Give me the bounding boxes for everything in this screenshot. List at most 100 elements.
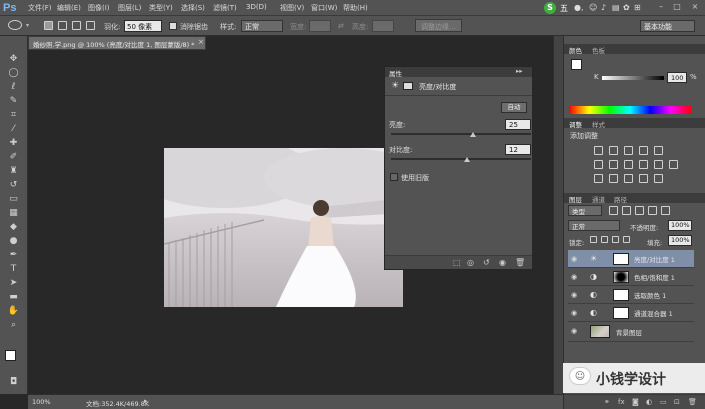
visibility-eye-icon[interactable]: ◉	[571, 327, 579, 335]
foreground-color-swatch[interactable]	[5, 350, 16, 361]
clip-to-layer-icon[interactable]: ⬚	[453, 258, 461, 267]
lock-position-icon[interactable]	[612, 236, 619, 243]
menu-window[interactable]: 窗口(W)	[311, 3, 337, 13]
exposure-icon[interactable]	[639, 146, 648, 155]
healing-brush-tool-icon[interactable]: ✚	[6, 137, 21, 149]
menu-help[interactable]: 帮助(H)	[343, 3, 368, 13]
color-k-input[interactable]: 100	[667, 72, 687, 83]
shape-tool-icon[interactable]: ▬	[6, 291, 21, 303]
minimize-button[interactable]: –	[655, 2, 667, 13]
layer-row[interactable]: ◉ ☀ 亮度/对比度 1	[568, 250, 694, 268]
menu-file[interactable]: 文件(F)	[28, 3, 52, 13]
selective-color-icon[interactable]	[639, 174, 648, 183]
zoom-tool-icon[interactable]: ⌕	[6, 319, 21, 331]
panel-menu-icon[interactable]: ▸▸	[516, 67, 523, 75]
menu-type[interactable]: 类型(Y)	[149, 3, 173, 13]
delete-adjustment-icon[interactable]: 🗑	[515, 258, 525, 267]
curves-icon[interactable]	[624, 146, 633, 155]
gradient-map-icon[interactable]	[654, 174, 663, 183]
layer-row[interactable]: ◉ ◐ 通道混合器 1	[568, 304, 694, 322]
ime-punct-icon[interactable]: ●,	[574, 3, 584, 12]
brightness-input[interactable]: 25	[505, 119, 531, 130]
channel-mixer-icon[interactable]	[654, 160, 663, 169]
quick-select-tool-icon[interactable]: ✎	[6, 95, 21, 107]
layer-mask-thumbnail[interactable]	[613, 289, 629, 301]
threshold-icon[interactable]	[624, 174, 633, 183]
workspace-select[interactable]: 基本功能	[640, 20, 695, 32]
visibility-eye-icon[interactable]: ◉	[571, 291, 579, 299]
ime-mode-label[interactable]: 五	[560, 3, 568, 14]
levels-icon[interactable]	[609, 146, 618, 155]
height-input[interactable]	[372, 20, 394, 32]
maximize-button[interactable]: □	[671, 2, 683, 13]
document-info[interactable]: 文档:352.4K/469.8K	[86, 398, 149, 408]
feather-input[interactable]: 50 像素	[124, 20, 162, 32]
new-layer-icon[interactable]: ⊡	[674, 398, 680, 406]
lasso-tool-icon[interactable]: ℓ	[6, 81, 21, 93]
elliptical-marquee-icon[interactable]	[8, 20, 22, 30]
color-balance-icon[interactable]	[609, 160, 618, 169]
filter-smart-object-icon[interactable]	[661, 206, 670, 215]
move-tool-icon[interactable]: ✥	[6, 53, 21, 65]
tab-color[interactable]: 颜色	[569, 45, 582, 55]
contrast-slider-thumb[interactable]	[463, 157, 470, 162]
contrast-slider-track[interactable]	[391, 158, 531, 160]
menu-view[interactable]: 视图(V)	[280, 3, 304, 13]
ime-keyboard-icon[interactable]: ▤	[612, 3, 620, 12]
swap-dimensions-icon[interactable]: ⇄	[338, 22, 344, 30]
blend-mode-select[interactable]: 正常	[568, 220, 620, 231]
delete-layer-icon[interactable]: 🗑	[688, 398, 697, 406]
tab-layers[interactable]: 图层	[569, 194, 582, 204]
clone-stamp-tool-icon[interactable]: ♜	[6, 165, 21, 177]
pen-tool-icon[interactable]: ✒	[6, 249, 21, 261]
menu-select[interactable]: 选择(S)	[181, 3, 205, 13]
marquee-tool-icon[interactable]: ◯	[6, 67, 21, 79]
photo-filter-icon[interactable]	[639, 160, 648, 169]
hand-tool-icon[interactable]: ✋	[6, 305, 21, 317]
panel-dock-strip[interactable]	[553, 36, 563, 394]
ime-logo-icon[interactable]: S	[544, 2, 556, 14]
fill-input[interactable]: 100%	[668, 235, 692, 246]
black-white-icon[interactable]	[624, 160, 633, 169]
menu-image[interactable]: 图像(I)	[88, 3, 110, 13]
tab-channels[interactable]: 通道	[592, 194, 605, 204]
info-arrow-icon[interactable]: ▸	[144, 397, 148, 405]
ime-emoji-icon[interactable]: ☺	[589, 3, 597, 12]
wedding-photo[interactable]	[164, 148, 403, 307]
new-adjustment-layer-icon[interactable]: ◐	[646, 398, 652, 406]
new-group-icon[interactable]: ▭	[660, 398, 667, 406]
posterize-icon[interactable]	[609, 174, 618, 183]
link-layers-icon[interactable]: ⚭	[604, 398, 610, 406]
width-input[interactable]	[309, 20, 331, 32]
layer-row[interactable]: ◉ 背景图层	[568, 322, 694, 342]
document-tab[interactable]: 婚纱照.学.png @ 100% (亮度/对比度 1, 图层蒙版/8) *	[28, 36, 206, 50]
toggle-visibility-icon[interactable]: ◉	[499, 258, 506, 267]
style-select[interactable]: 正常	[241, 20, 283, 32]
brightness-contrast-icon[interactable]	[594, 146, 603, 155]
path-select-tool-icon[interactable]: ➤	[6, 277, 21, 289]
layer-filter-select[interactable]: 类型	[568, 205, 602, 216]
brightness-slider-track[interactable]	[391, 133, 531, 135]
tab-swatches[interactable]: 色板	[592, 45, 605, 55]
menu-3d[interactable]: 3D(D)	[246, 3, 267, 11]
vibrance-icon[interactable]	[654, 146, 663, 155]
hue-saturation-icon[interactable]	[594, 160, 603, 169]
layer-mask-thumbnail[interactable]	[613, 271, 629, 283]
layer-row[interactable]: ◉ ◑ 色相/饱和度 1	[568, 268, 694, 286]
history-brush-tool-icon[interactable]: ↺	[6, 179, 21, 191]
antialias-checkbox[interactable]	[169, 22, 177, 30]
opacity-input[interactable]: 100%	[668, 220, 692, 231]
subtract-selection-icon[interactable]	[72, 21, 81, 30]
foreground-color-chip[interactable]	[571, 59, 582, 70]
type-tool-icon[interactable]: T	[6, 263, 21, 275]
intersect-selection-icon[interactable]	[86, 21, 95, 30]
lock-all-icon[interactable]	[623, 236, 630, 243]
gradient-tool-icon[interactable]: ▦	[6, 207, 21, 219]
add-mask-icon[interactable]: ◙	[632, 398, 639, 406]
eraser-tool-icon[interactable]: ▭	[6, 193, 21, 205]
tool-preset-chevron-icon[interactable]: ▾	[26, 22, 29, 29]
tab-paths[interactable]: 路径	[614, 194, 627, 204]
new-selection-icon[interactable]	[44, 21, 53, 30]
visibility-eye-icon[interactable]: ◉	[571, 309, 579, 317]
menu-filter[interactable]: 滤镜(T)	[213, 3, 237, 13]
